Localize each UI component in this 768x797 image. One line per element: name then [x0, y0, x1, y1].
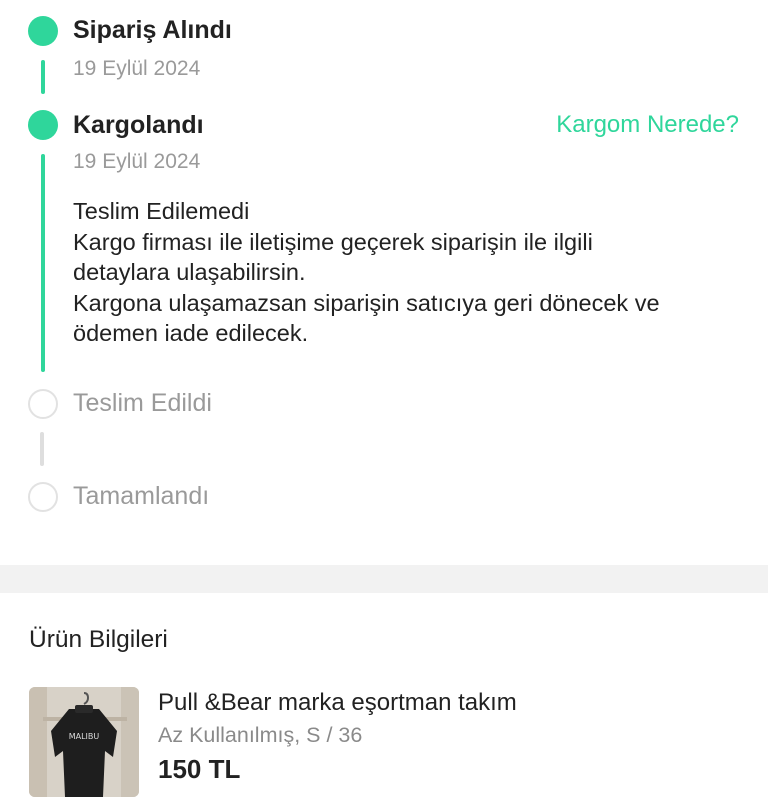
product-condition-size: Az Kullanılmış, S / 36 [158, 723, 363, 747]
step-date-shipped: 19 Eylül 2024 [73, 150, 201, 173]
section-divider [0, 565, 768, 593]
step-title-delivered: Teslim Edildi [73, 389, 212, 417]
message-line: Kargona ulaşamazsan siparişin satıcıya g… [73, 289, 660, 316]
step-completed-dot [28, 16, 58, 46]
message-line: Kargo firması ile iletişime geçerek sipa… [73, 228, 593, 255]
product-thumbnail[interactable]: MALIBU [29, 687, 139, 797]
product-info-title: Ürün Bilgileri [29, 626, 168, 653]
step-pending-dot [28, 389, 58, 419]
step-date-order-received: 19 Eylül 2024 [73, 57, 201, 80]
product-name[interactable]: Pull &Bear marka eşortman takım [158, 689, 517, 717]
message-line: ödemen iade edilecek. [73, 320, 309, 346]
step-title-order-received: Sipariş Alındı [73, 16, 232, 44]
timeline-connector [41, 154, 45, 372]
message-line: detaylara ulaşabilirsin. [73, 259, 306, 285]
product-print-text: MALIBU [69, 732, 100, 741]
step-title-completed: Tamamlandı [73, 482, 210, 510]
timeline-connector [40, 432, 44, 466]
timeline-connector [41, 60, 45, 94]
product-price: 150 TL [158, 754, 241, 784]
product-image: MALIBU [29, 687, 139, 797]
track-cargo-link[interactable]: Kargom Nerede? [556, 111, 739, 139]
delivery-status-heading: Teslim Edilemedi [73, 198, 250, 224]
step-completed-dot [28, 110, 58, 140]
step-pending-dot [28, 482, 58, 512]
step-title-shipped: Kargolandı [73, 111, 204, 139]
delivery-failed-message: Teslim Edilemedi Kargo firması ile ileti… [73, 196, 753, 349]
